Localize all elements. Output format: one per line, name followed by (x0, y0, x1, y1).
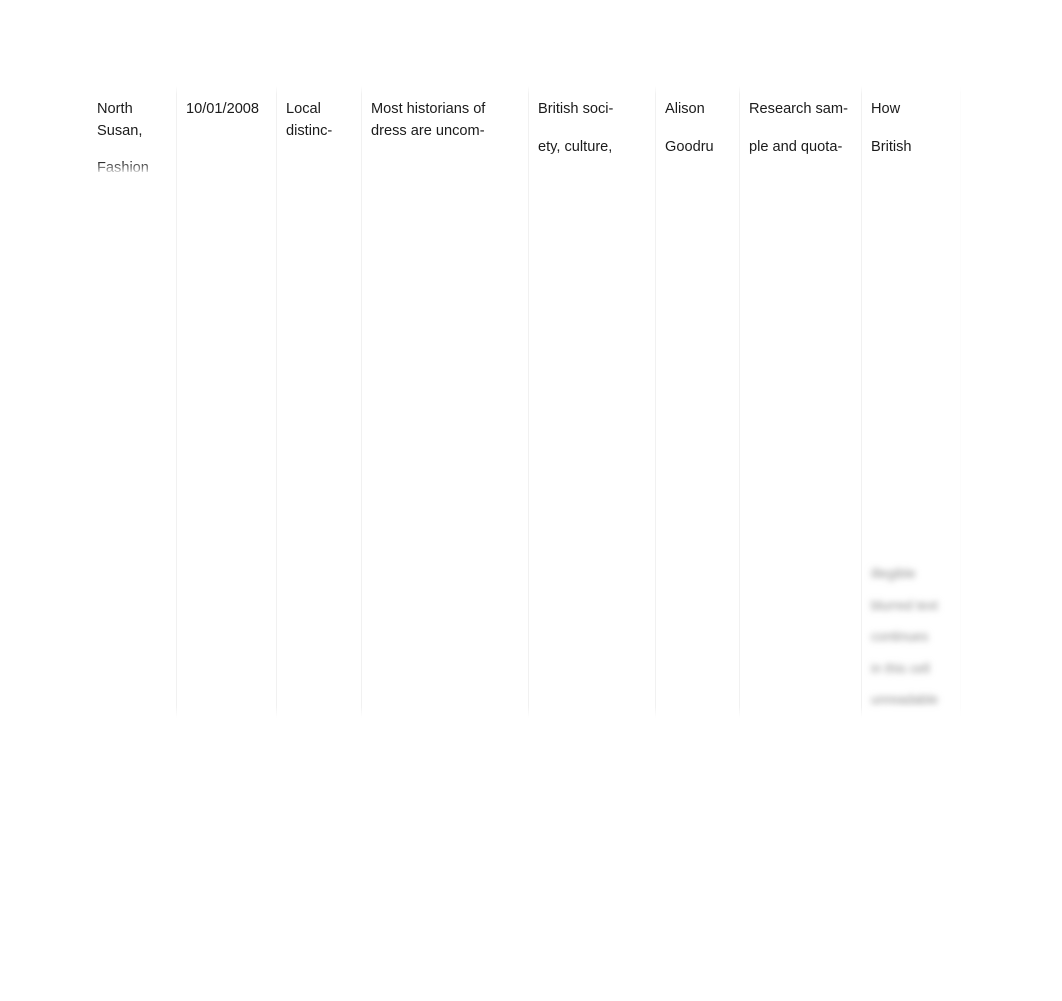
cell-method[interactable]: Research sam- ple and quota- tion (739, 86, 862, 718)
cell-method-text: Research sam- ple and quota- tion (749, 99, 854, 161)
quotation-line-2: fortable with such (371, 158, 521, 161)
cell-researcher-text: Alison Goodru m's (665, 99, 732, 161)
author-line-1: North Susan, (97, 101, 143, 139)
cell-date[interactable]: 10/01/2008 (176, 86, 277, 718)
cell-title[interactable]: Local distinc- tion in (276, 86, 362, 718)
reference-table: North Susan, Fashion 10/01/2008 Local di… (88, 86, 962, 718)
cell-context[interactable]: British soci- ety, culture, or history c… (528, 86, 656, 718)
topic-late-line-1: illegible (871, 566, 916, 581)
author-line-2: Fashion (97, 160, 149, 174)
cell-context-text: British soci- ety, culture, or history c… (538, 99, 648, 161)
topic-late-line-5: unreadable (871, 692, 939, 707)
context-line-1: British soci- (538, 101, 614, 117)
cell-title-text: Local distinc- tion in (286, 99, 354, 161)
reference-table-container: North Susan, Fashion 10/01/2008 Local di… (88, 86, 962, 718)
researcher-line-2: Goodru (665, 138, 714, 155)
cell-topic-continued-text: illegible blurred text continues in this… (871, 564, 953, 710)
cell-researcher[interactable]: Alison Goodru m's (655, 86, 740, 718)
cell-topic-text: How British garment (871, 99, 953, 161)
table-row[interactable]: North Susan, Fashion 10/01/2008 Local di… (88, 86, 962, 718)
date-line-1: 10/01/2008 (186, 101, 260, 117)
cell-date-text: 10/01/2008 (186, 99, 269, 121)
title-line-1: Local distinc- (286, 101, 333, 139)
context-line-2: ety, culture, (538, 138, 613, 155)
table-body: North Susan, Fashion 10/01/2008 Local di… (88, 86, 962, 718)
cell-topic[interactable]: How British garment illegible blurred te… (861, 86, 961, 718)
title-line-2: tion in (286, 158, 354, 161)
quotation-line-1: Most historians of dress are uncom- (371, 101, 486, 139)
topic-late-line-4: in this cell (871, 660, 930, 676)
method-line-2: ple and quota- (749, 138, 843, 155)
topic-late-line-3: continues (871, 629, 929, 644)
method-line-1: Research sam- (749, 101, 848, 117)
researcher-line-1: Alison (665, 101, 705, 117)
cell-author[interactable]: North Susan, Fashion (88, 86, 177, 718)
topic-line-2: British (871, 138, 912, 155)
document-page: North Susan, Fashion 10/01/2008 Local di… (0, 0, 1062, 1001)
cell-quotation[interactable]: Most historians of dress are uncom- fort… (361, 86, 529, 718)
cell-quotation-text: Most historians of dress are uncom- fort… (371, 99, 521, 161)
cell-author-text: North Susan, Fashion (97, 99, 169, 174)
topic-line-1: How (871, 101, 901, 117)
topic-late-line-2: blurred text (871, 597, 938, 613)
cell-notes-one[interactable]: illegible blurred text column not legibl… (960, 86, 962, 718)
